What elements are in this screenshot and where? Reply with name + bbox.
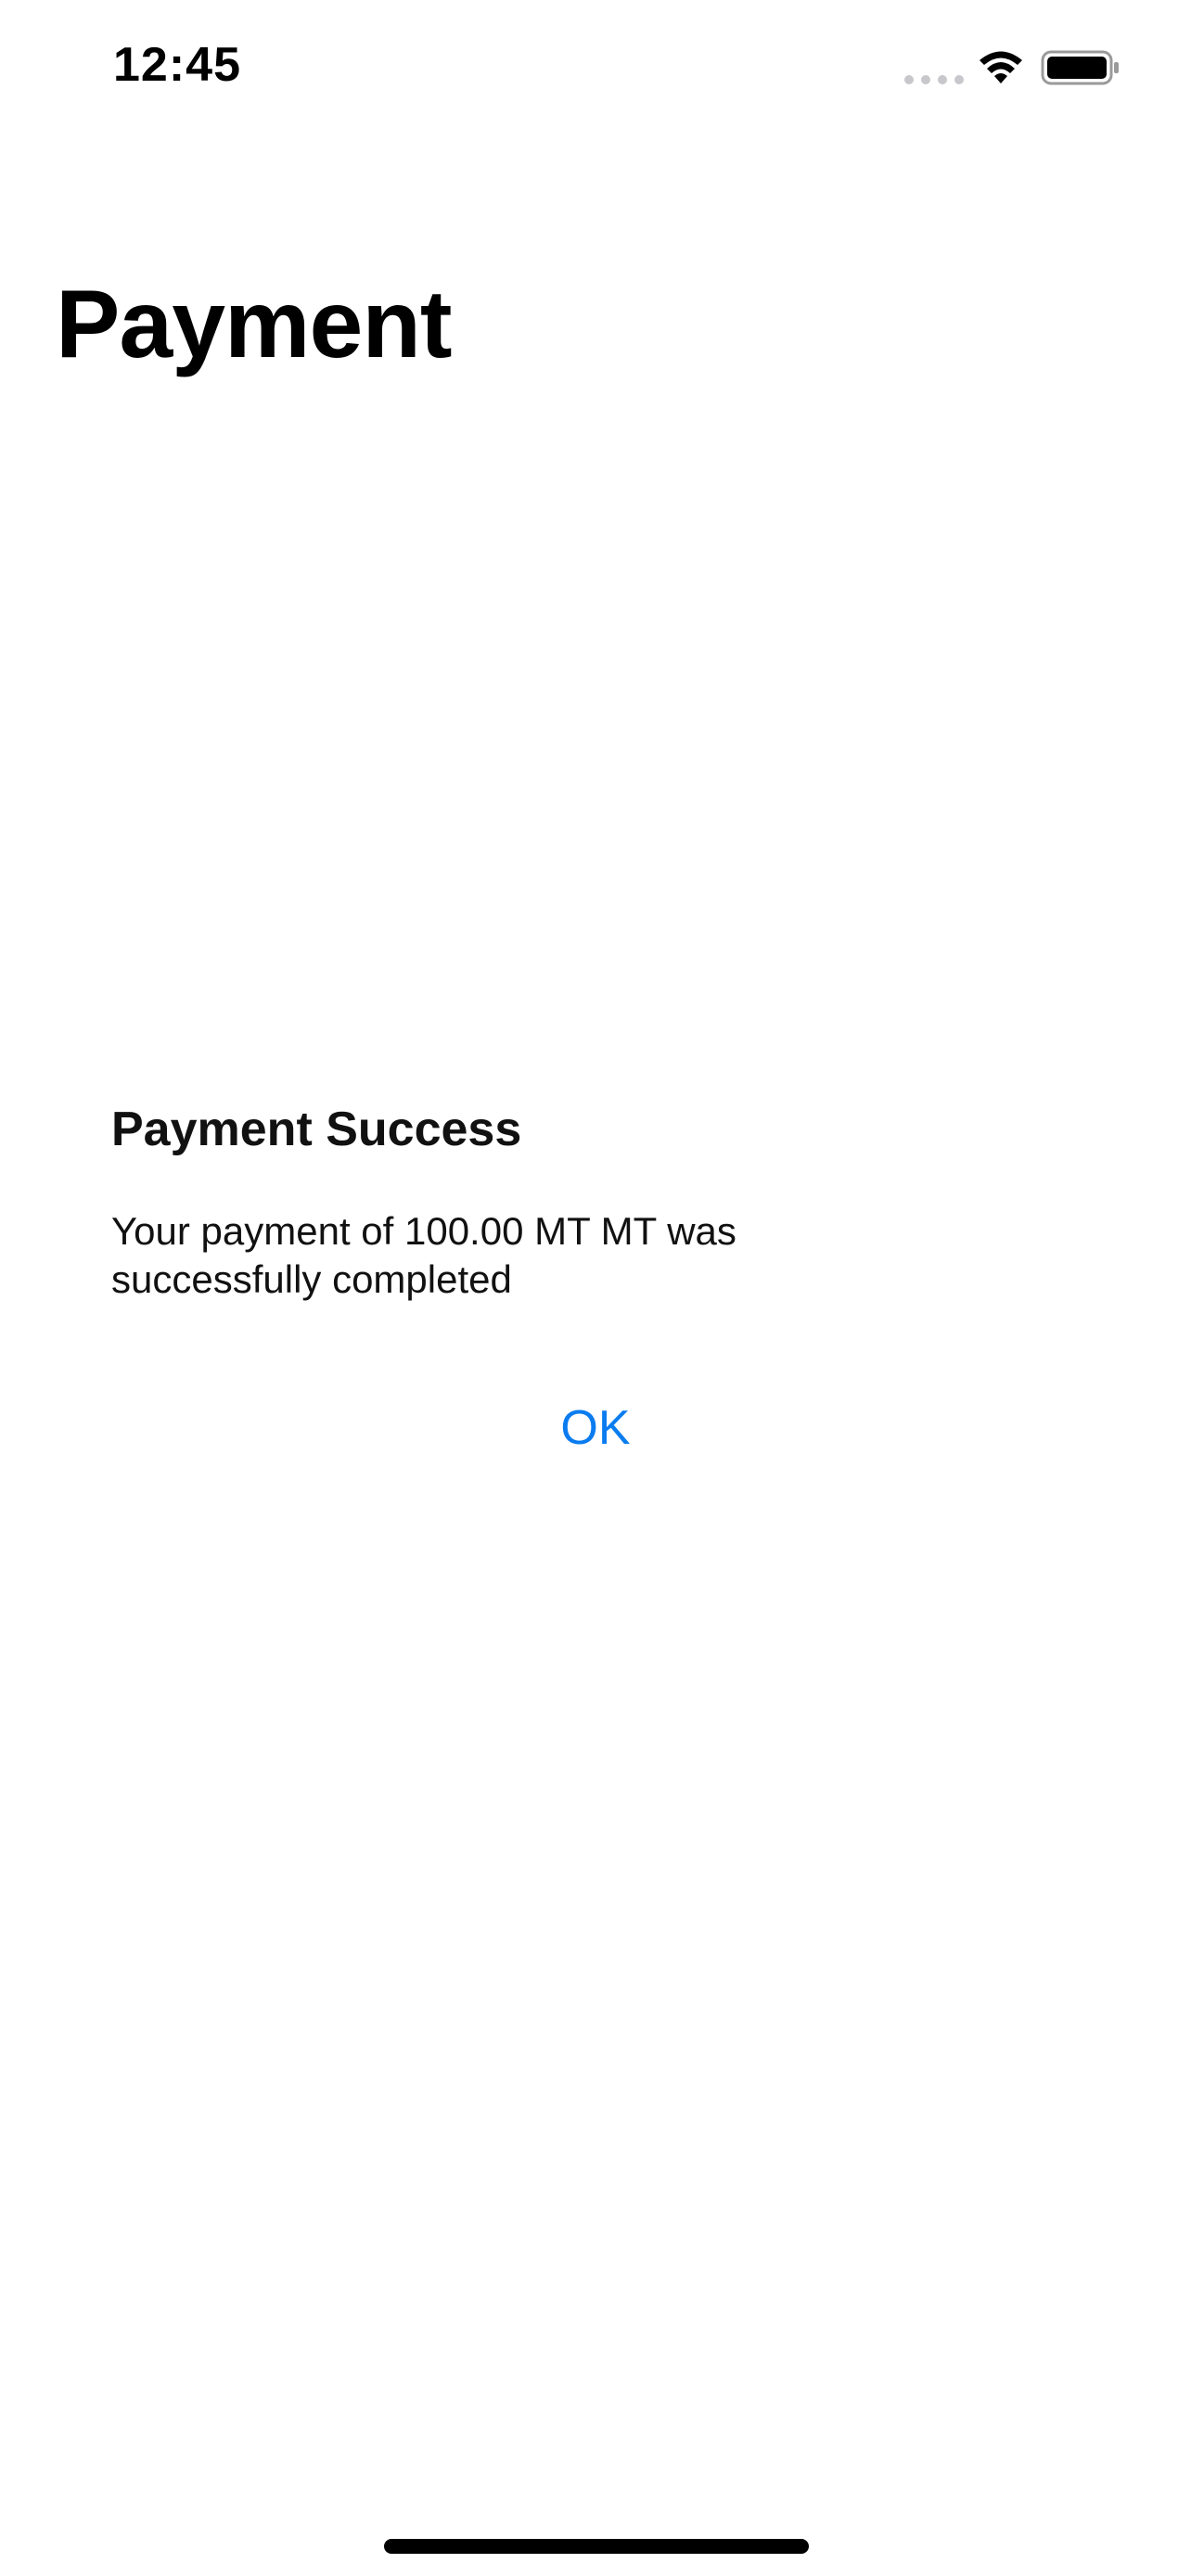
status-time: 12:45 <box>113 38 241 92</box>
status-bar: 12:45 <box>0 0 1191 130</box>
home-indicator[interactable] <box>384 2539 809 2554</box>
battery-icon <box>1041 50 1119 85</box>
page-title: Payment <box>56 271 453 378</box>
ok-button[interactable]: OK <box>111 1398 1080 1458</box>
payment-success-alert: Payment Success Your payment of 100.00 M… <box>111 1085 1080 1493</box>
signal-dots-icon <box>904 75 964 84</box>
alert-message: Your payment of 100.00 MT MT was success… <box>111 1209 736 1301</box>
wifi-icon <box>980 51 1022 83</box>
alert-title: Payment Success <box>111 1103 522 1156</box>
